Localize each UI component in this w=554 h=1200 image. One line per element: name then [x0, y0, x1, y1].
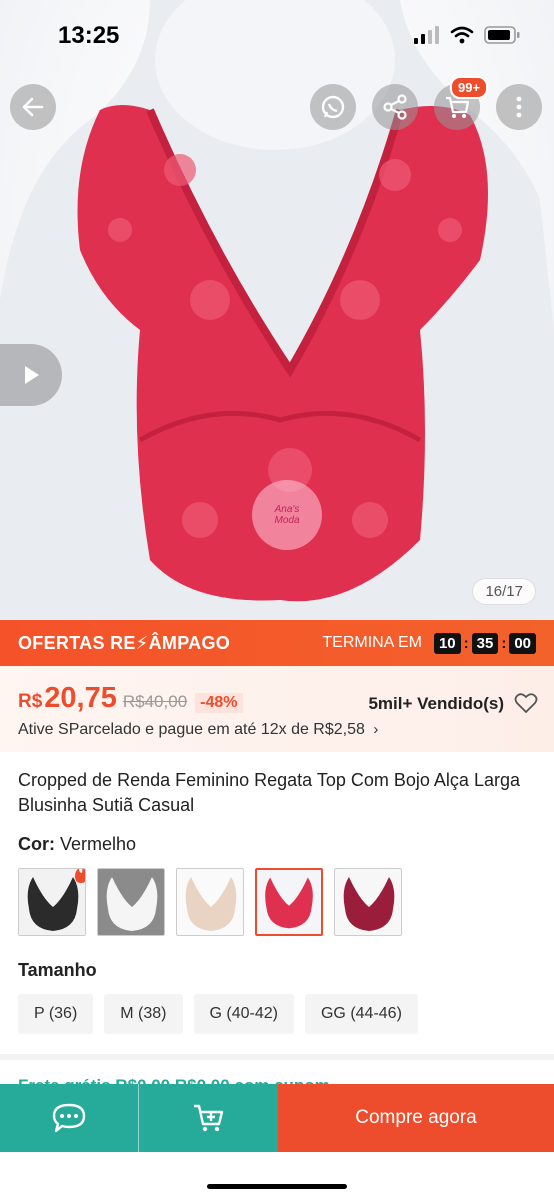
wine-top-thumbnail: [335, 869, 401, 935]
image-counter: 16/17: [472, 578, 536, 605]
color-option-wine[interactable]: [334, 868, 402, 936]
size-option-p[interactable]: P (36): [18, 994, 94, 1034]
size-label: Tamanho: [18, 960, 97, 980]
sold-count: 5mil+ Vendido(s): [368, 694, 504, 713]
white-top-thumbnail: [106, 877, 158, 931]
home-indicator[interactable]: [207, 1184, 347, 1189]
add-to-cart-icon: [193, 1104, 223, 1132]
size-options: P (36) M (38) G (40-42) GG (44-46): [18, 994, 418, 1034]
discount-badge: -48%: [195, 693, 243, 713]
wifi-icon: [450, 26, 474, 44]
share-icon: [383, 94, 407, 120]
size-option-m[interactable]: M (38): [104, 994, 183, 1034]
installment-link[interactable]: Ative SParcelado e pague em até 12x de R…: [18, 721, 536, 739]
cart-button[interactable]: 99+: [434, 76, 489, 130]
color-option-red[interactable]: [255, 868, 323, 936]
whatsapp-share-button[interactable]: [310, 84, 356, 130]
product-image-gallery[interactable]: Ana's Moda 99+ 16/17: [0, 0, 554, 620]
status-bar: 13:25: [0, 0, 554, 70]
color-option-white[interactable]: [97, 868, 165, 936]
back-button[interactable]: [10, 84, 56, 130]
selected-color: Vermelho: [60, 834, 137, 854]
color-option-black[interactable]: [18, 868, 86, 936]
color-label: Cor: Vermelho: [18, 834, 136, 855]
flash-sale-title: OFERTAS RE⚡ÂMPAGO: [18, 632, 231, 653]
hot-flame-icon: [73, 869, 85, 888]
timer-seconds: 00: [509, 632, 536, 654]
store-watermark: Ana's Moda: [252, 480, 322, 550]
beige-top-thumbnail: [177, 869, 243, 935]
original-price: R$40,00: [122, 692, 188, 711]
price-section: R$ 20,75 R$40,00 -48% 5mil+ Vendido(s) A…: [0, 666, 554, 752]
battery-icon: [484, 26, 520, 44]
status-time: 13:25: [58, 22, 120, 49]
timer-hours: 10: [433, 632, 461, 654]
chevron-right-icon: ›: [373, 721, 379, 738]
play-icon: [25, 366, 39, 384]
current-price: 20,75: [44, 682, 117, 714]
color-option-beige[interactable]: [176, 868, 244, 936]
flash-sale-banner[interactable]: OFERTAS RE⚡ÂMPAGO TERMINA EM 10 : 35 : 0…: [0, 620, 554, 666]
product-title: Cropped de Renda Feminino Regata Top Com…: [18, 770, 520, 815]
color-label-key: Cor:: [18, 834, 55, 854]
cart-count-badge: 99+: [450, 76, 489, 99]
whatsapp-icon: [321, 95, 345, 119]
bottom-action-bar: Compre agora: [0, 1084, 554, 1152]
installment-text: Ative SParcelado e pague em até 12x de R…: [18, 721, 365, 738]
chat-icon: [52, 1103, 86, 1133]
cellular-signal-icon: [414, 26, 439, 44]
size-option-gg[interactable]: GG (44-46): [304, 994, 418, 1034]
red-top-thumbnail: [257, 870, 321, 934]
share-button[interactable]: [372, 84, 418, 130]
timer-separator: :: [501, 634, 507, 652]
more-vertical-icon: [516, 96, 522, 118]
add-to-cart-button[interactable]: [139, 1084, 278, 1152]
buy-now-button[interactable]: Compre agora: [278, 1084, 554, 1152]
arrow-left-icon: [22, 97, 44, 117]
price-currency: R$: [18, 691, 43, 712]
chat-button[interactable]: [0, 1084, 139, 1152]
flash-sale-ends-label: TERMINA EM: [322, 634, 422, 651]
color-options: [18, 868, 402, 936]
more-options-button[interactable]: [496, 84, 542, 130]
size-option-g[interactable]: G (40-42): [193, 994, 294, 1034]
heart-icon: [514, 693, 538, 714]
timer-minutes: 35: [471, 632, 499, 654]
favorite-button[interactable]: [514, 692, 538, 719]
section-divider: [0, 1054, 554, 1060]
play-video-button[interactable]: [0, 344, 62, 406]
timer-separator: :: [463, 634, 469, 652]
countdown-timer: 10 : 35 : 00: [433, 632, 536, 654]
